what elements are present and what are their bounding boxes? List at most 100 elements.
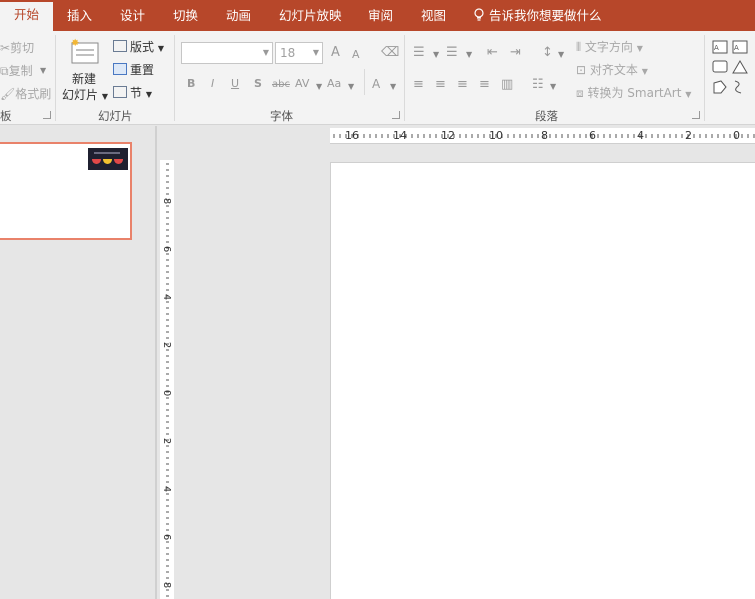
font-name-dropdown-icon[interactable]: ▼ [263,48,269,57]
increase-indent-icon[interactable]: ⇥ [510,45,521,61]
group-divider [174,35,175,121]
clear-formatting-icon[interactable]: ⌫ [381,45,399,61]
group-divider [55,35,56,121]
align-text-dropdown-icon: ▼ [641,67,648,76]
slide-thumbnail[interactable] [0,142,132,240]
strikethrough-icon[interactable]: abc [272,77,290,93]
tab-animations[interactable]: 动画 [226,0,251,31]
tab-view[interactable]: 视图 [421,0,446,31]
hruler-label: 8 [541,129,548,142]
font-size-combobox[interactable]: 18 ▼ [275,42,323,64]
text-direction-icon: ⫴ [576,40,582,54]
italic-icon[interactable]: I [211,76,214,92]
format-painter-label: 格式刷 [15,87,52,101]
format-painter-button[interactable]: 🖌格式刷 [0,85,51,102]
vruler-label: 2 [161,341,173,349]
character-spacing-icon[interactable]: AV [295,76,309,92]
align-text-label: 对齐文本 [589,63,638,77]
align-center-icon[interactable]: ≡ [435,77,446,93]
align-right-icon[interactable]: ≡ [457,77,468,93]
svg-text:A: A [734,44,739,52]
tab-design[interactable]: 设计 [120,0,145,31]
smartart-label: 转换为 SmartArt [587,86,682,100]
clipboard-launcher-icon[interactable] [43,111,51,119]
clipboard-group-label: 板 [0,109,12,123]
layout-dropdown-icon: ▼ [157,44,164,53]
vruler-label: 6 [161,245,173,253]
cut-button[interactable]: ✂剪切 [0,39,34,56]
layout-label: 版式 [130,40,155,54]
slide-canvas[interactable] [330,162,755,599]
underline-icon[interactable]: U [231,76,239,92]
change-case-icon[interactable]: Aa [327,76,341,92]
vruler-label: 0 [161,389,173,397]
section-label: 节 [130,86,143,100]
shapes-gallery[interactable]: A A [709,37,755,99]
panel-splitter[interactable] [155,126,157,599]
align-text-icon: ⊡ [576,63,587,77]
vruler-label: 6 [161,533,173,541]
new-slide-label-2[interactable]: 幻灯片 ▼ [62,86,108,103]
layout-icon [113,40,127,52]
bullets-dropdown-icon[interactable]: ▼ [433,50,439,59]
paragraph-launcher-icon[interactable] [692,111,700,119]
convert-smartart-button[interactable]: ⧈ 转换为 SmartArt ▼ [576,84,691,101]
tab-slideshow[interactable]: 幻灯片放映 [279,0,342,31]
font-launcher-icon[interactable] [392,111,400,119]
tab-review[interactable]: 审阅 [368,0,393,31]
tell-me-box[interactable]: 告诉我你想要做什么 [473,0,602,31]
font-color-dropdown-icon[interactable]: ▼ [390,82,396,91]
font-size-dropdown-icon[interactable]: ▼ [313,48,319,57]
section-button[interactable]: 节 ▼ [113,84,152,101]
paragraph-group-label: 段落 [535,109,558,123]
slide-thumbnail-panel [0,126,155,599]
tab-home[interactable]: 开始 [0,2,53,31]
case-dropdown-icon[interactable]: ▼ [348,82,354,91]
new-slide-icon[interactable]: ✸ [68,37,102,67]
slides-group-label: 幻灯片 [98,109,133,123]
lightbulb-icon [474,8,484,21]
columns-icon[interactable]: ☷ [532,77,544,93]
align-left-icon[interactable]: ≡ [413,77,424,93]
decrease-indent-icon[interactable]: ⇤ [487,45,498,61]
numbering-dropdown-icon[interactable]: ▼ [466,50,472,59]
distributed-icon[interactable]: ▥ [501,77,513,93]
tab-transitions[interactable]: 切换 [173,0,198,31]
columns-dropdown-icon[interactable]: ▼ [550,82,556,91]
vertical-ruler: 8 6 4 2 0 2 4 6 8 [160,160,174,599]
thumbnail-preview-image [88,148,128,170]
justify-icon[interactable]: ≡ [479,77,490,93]
numbering-icon[interactable]: ☰ [446,45,458,61]
reset-button[interactable]: 重置 [113,61,154,78]
hruler-label: 14 [393,129,407,142]
smartart-icon: ⧈ [576,86,584,100]
line-spacing-icon[interactable]: ↕ [542,45,553,61]
bold-icon[interactable]: B [187,76,195,92]
font-name-combobox[interactable]: ▼ [181,42,273,64]
text-direction-button[interactable]: ⫴ 文字方向 ▼ [576,38,643,55]
new-slide-label-1[interactable]: 新建 [72,70,96,87]
tab-insert[interactable]: 插入 [67,0,92,31]
new-slide-dropdown-icon: ▼ [101,92,108,101]
copy-dropdown-icon[interactable]: ▼ [40,66,46,75]
brush-icon: 🖌 [0,87,16,101]
hruler-label: 4 [637,129,644,142]
vruler-label: 4 [161,485,173,493]
text-shadow-icon[interactable]: S [254,76,262,92]
group-divider [404,35,405,121]
grow-font-icon[interactable]: A [331,45,340,61]
spacing-dropdown-icon[interactable]: ▼ [316,82,322,91]
font-size-value: 18 [280,46,296,60]
layout-button[interactable]: 版式 ▼ [113,38,164,55]
line-spacing-dropdown-icon[interactable]: ▼ [558,50,564,59]
copy-label: 复制 [8,64,33,78]
copy-button[interactable]: ⧉复制 [0,62,33,79]
align-text-button[interactable]: ⊡ 对齐文本 ▼ [576,61,648,78]
vruler-label: 8 [161,581,173,589]
scissors-icon: ✂ [0,41,11,55]
font-color-icon[interactable]: A [372,76,380,92]
bullets-icon[interactable]: ☰ [413,45,425,61]
text-direction-label: 文字方向 [584,40,633,54]
reset-label: 重置 [130,63,155,77]
shrink-font-icon[interactable]: A [352,47,360,63]
